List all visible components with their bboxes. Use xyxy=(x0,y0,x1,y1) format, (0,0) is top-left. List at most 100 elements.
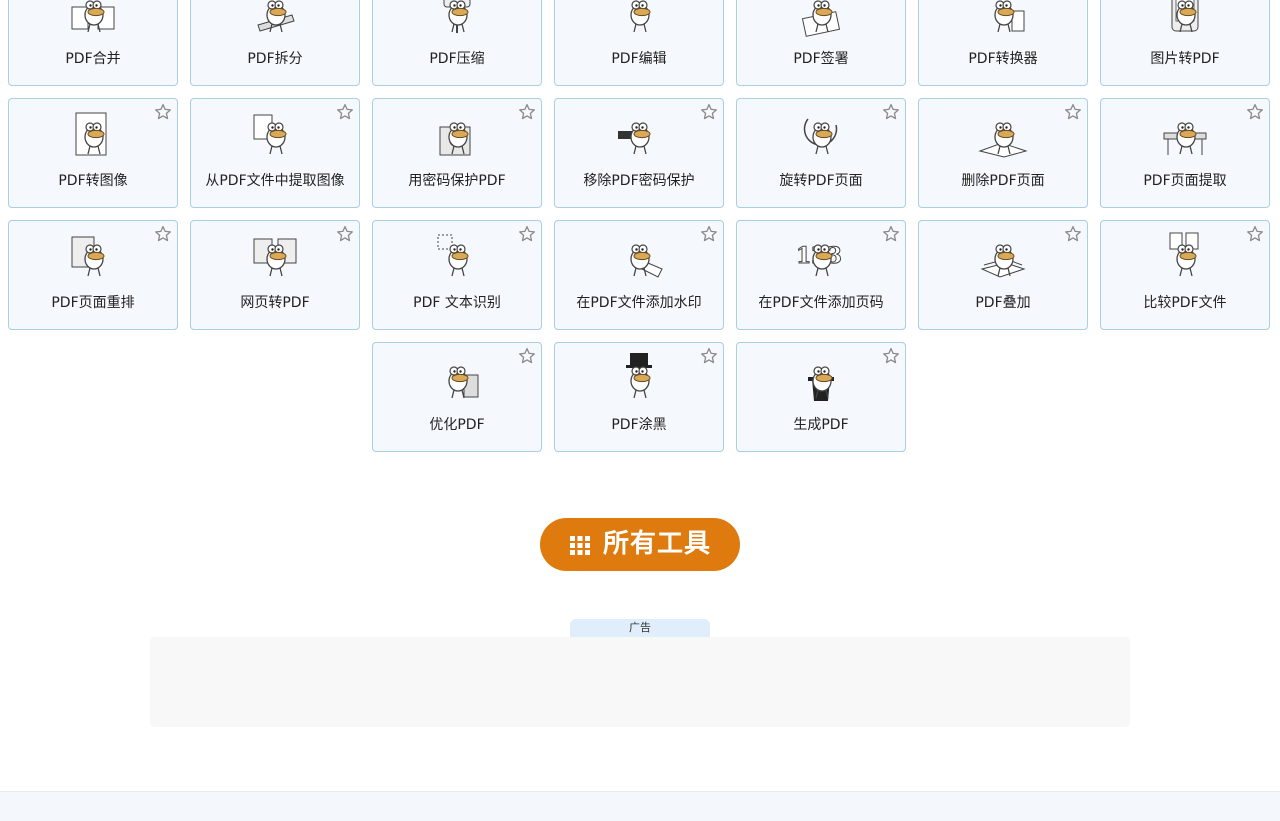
tool-row: PDF合并 PDF拆分 PDF压缩 PDF编辑 PDF签署 PDF转换器 图片转… xyxy=(0,0,1280,98)
tool-card-optimize-pdf[interactable]: 优化PDF xyxy=(372,342,542,452)
image-to-pdf-mascot-icon xyxy=(1171,0,1199,33)
tool-row: PDF页面重排 网页转PDF PDF 文本识别 在PDF文件添加水印 123 在… xyxy=(0,220,1280,342)
compress-mascot-icon xyxy=(443,0,471,33)
all-tools-button[interactable]: 所有工具 xyxy=(540,518,740,571)
ad-slot xyxy=(150,637,1130,727)
tool-label: 旋转PDF页面 xyxy=(779,173,863,189)
tool-label: PDF叠加 xyxy=(975,295,1031,311)
tool-label: PDF压缩 xyxy=(429,51,485,67)
optimize-mascot-icon xyxy=(448,366,479,399)
tool-card-pdf-merge[interactable]: PDF合并 xyxy=(8,0,178,86)
tool-card-pdf-converter[interactable]: PDF转换器 xyxy=(918,0,1088,86)
tool-label: 网页转PDF xyxy=(240,295,310,311)
tool-label: PDF页面重排 xyxy=(51,295,135,311)
page-numbers-mascot-icon: 123 xyxy=(796,243,842,277)
create-top-hat-mascot-icon xyxy=(808,366,834,401)
sign-mascot-icon xyxy=(801,0,841,37)
tool-card-pdf-sign[interactable]: PDF签署 xyxy=(736,0,906,86)
tool-grid: PDF合并 PDF拆分 PDF压缩 PDF编辑 PDF签署 PDF转换器 图片转… xyxy=(0,0,1280,464)
tool-label: 优化PDF xyxy=(429,417,485,433)
grid-icon xyxy=(569,535,590,555)
tool-card-image-to-pdf[interactable]: 图片转PDF xyxy=(1100,0,1270,86)
tool-card-add-watermark[interactable]: 在PDF文件添加水印 xyxy=(554,220,724,330)
tool-label: 图片转PDF xyxy=(1150,51,1220,67)
favorite-star-icon[interactable] xyxy=(700,347,718,365)
tool-label: PDF转图像 xyxy=(58,173,128,189)
tool-card-redact-pdf[interactable]: PDF涂黑 xyxy=(554,342,724,452)
tool-label: 用密码保护PDF xyxy=(408,173,506,189)
tool-row: PDF转图像 从PDF文件中提取图像 用密码保护PDF 移除PDF密码保护 旋转… xyxy=(0,98,1280,220)
tool-label: PDF编辑 xyxy=(611,51,667,67)
favorite-star-icon[interactable] xyxy=(518,225,536,243)
tool-row: 优化PDF PDF涂黑 生成PDF xyxy=(0,342,1280,464)
favorite-star-icon[interactable] xyxy=(1246,225,1264,243)
tool-card-protect-pdf[interactable]: 用密码保护PDF xyxy=(372,98,542,208)
favorite-star-icon[interactable] xyxy=(882,225,900,243)
tool-card-pdf-overlay[interactable]: PDF叠加 xyxy=(918,220,1088,330)
pdf-to-image-mascot-icon xyxy=(75,112,107,156)
tool-card-add-page-numbers[interactable]: 123 在PDF文件添加页码 xyxy=(736,220,906,330)
ocr-mascot-icon xyxy=(437,234,469,277)
tool-card-compare-pdf[interactable]: 比较PDF文件 xyxy=(1100,220,1270,330)
extract-images-mascot-icon xyxy=(253,114,287,155)
rotate-mascot-icon xyxy=(803,118,838,155)
tool-label: 删除PDF页面 xyxy=(961,173,1045,189)
tool-label: PDF签署 xyxy=(793,51,849,67)
protect-safe-mascot-icon xyxy=(439,122,471,156)
reorder-pages-mascot-icon xyxy=(71,236,105,277)
tool-card-pdf-to-image[interactable]: PDF转图像 xyxy=(8,98,178,208)
tool-label: 在PDF文件添加页码 xyxy=(758,295,884,311)
tool-card-pdf-ocr[interactable]: PDF 文本识别 xyxy=(372,220,542,330)
tool-label: 移除PDF密码保护 xyxy=(583,173,695,189)
tool-card-extract-pages[interactable]: PDF页面提取 xyxy=(1100,98,1270,208)
favorite-star-icon[interactable] xyxy=(1246,103,1264,121)
tool-card-delete-pages[interactable]: 删除PDF页面 xyxy=(918,98,1088,208)
tool-label: 生成PDF xyxy=(793,417,849,433)
favorite-star-icon[interactable] xyxy=(700,225,718,243)
favorite-star-icon[interactable] xyxy=(882,103,900,121)
watermark-mascot-icon xyxy=(630,244,663,278)
favorite-star-icon[interactable] xyxy=(700,103,718,121)
extract-pages-mascot-icon xyxy=(1163,122,1207,155)
tool-card-pdf-split[interactable]: PDF拆分 xyxy=(190,0,360,86)
compare-mascot-icon xyxy=(1169,232,1199,277)
overlay-mascot-icon xyxy=(980,244,1026,278)
all-tools-label: 所有工具 xyxy=(602,529,711,559)
unlock-mascot-icon xyxy=(618,122,651,155)
favorite-star-icon[interactable] xyxy=(882,347,900,365)
tool-card-reorder-pages[interactable]: PDF页面重排 xyxy=(8,220,178,330)
tool-label: PDF合并 xyxy=(65,51,121,67)
tool-card-extract-images[interactable]: 从PDF文件中提取图像 xyxy=(190,98,360,208)
tool-card-create-pdf[interactable]: 生成PDF xyxy=(736,342,906,452)
redact-mascot-icon xyxy=(626,353,652,399)
tool-card-pdf-compress[interactable]: PDF压缩 xyxy=(372,0,542,86)
footer-strip xyxy=(0,791,1280,821)
delete-pages-mascot-icon xyxy=(978,122,1028,158)
tool-card-pdf-edit[interactable]: PDF编辑 xyxy=(554,0,724,86)
favorite-star-icon[interactable] xyxy=(154,103,172,121)
tool-label: 比较PDF文件 xyxy=(1143,295,1227,311)
merge-mascot-icon xyxy=(71,0,115,33)
favorite-star-icon[interactable] xyxy=(518,103,536,121)
favorite-star-icon[interactable] xyxy=(1064,103,1082,121)
tool-label: PDF拆分 xyxy=(247,51,303,67)
favorite-star-icon[interactable] xyxy=(154,225,172,243)
tool-label: PDF 文本识别 xyxy=(413,295,501,311)
web-to-pdf-mascot-icon xyxy=(253,238,297,277)
ad-label: 广告 xyxy=(570,619,710,637)
favorite-star-icon[interactable] xyxy=(1064,225,1082,243)
tool-label: PDF涂黑 xyxy=(611,417,667,433)
tool-card-web-to-pdf[interactable]: 网页转PDF xyxy=(190,220,360,330)
tool-label: PDF页面提取 xyxy=(1143,173,1227,189)
tool-label: PDF转换器 xyxy=(968,51,1038,67)
tool-label: 从PDF文件中提取图像 xyxy=(205,173,345,189)
tool-card-unlock-pdf[interactable]: 移除PDF密码保护 xyxy=(554,98,724,208)
split-mascot-icon xyxy=(257,0,295,33)
favorite-star-icon[interactable] xyxy=(336,225,354,243)
favorite-star-icon[interactable] xyxy=(336,103,354,121)
tool-card-rotate-pdf[interactable]: 旋转PDF页面 xyxy=(736,98,906,208)
convert-mascot-icon xyxy=(994,0,1025,33)
favorite-star-icon[interactable] xyxy=(518,347,536,365)
edit-mascot-icon xyxy=(630,0,651,33)
tool-label: 在PDF文件添加水印 xyxy=(576,295,702,311)
